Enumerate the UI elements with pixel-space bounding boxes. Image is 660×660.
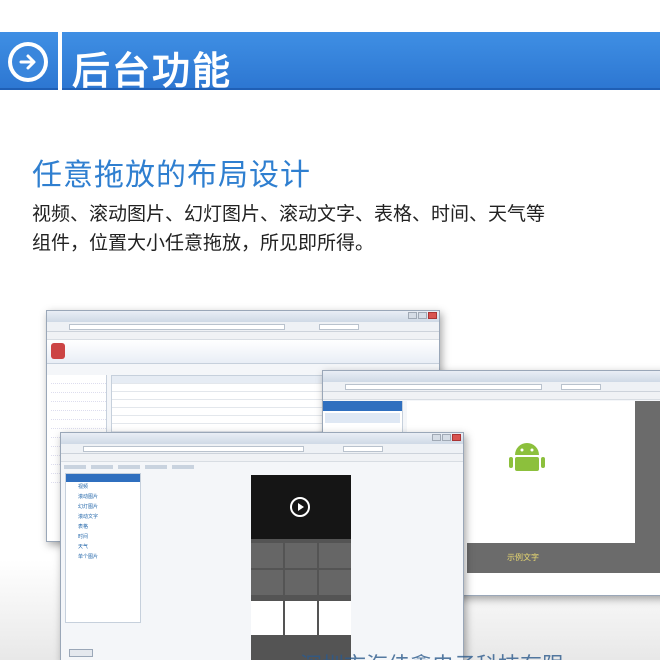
- app-logo-icon: [51, 343, 65, 359]
- watermark: 深圳市海佳鑫电子科技有限: [300, 648, 564, 660]
- widget-item: 滚动图片: [78, 494, 99, 500]
- jade-image: [285, 601, 317, 635]
- banner-divider: [58, 32, 62, 90]
- description-line-1: 视频、滚动图片、幻灯图片、滚动文字、表格、时间、天气等: [32, 203, 546, 225]
- gold-image: [319, 601, 351, 635]
- video-widget: [251, 475, 351, 539]
- sample-text-label: 示例文字: [507, 553, 539, 562]
- widget-item: 幻灯图片: [78, 504, 99, 510]
- screenshot-collage: 示例文字 视频 滚动图片 幻灯图片 滚动文字 表格 时间 天气 单个图片: [0, 290, 660, 660]
- ring-image: [251, 601, 283, 635]
- description-line-2: 组件，位置大小任意拖放，所见即所得。: [32, 232, 375, 254]
- section-heading: 任意拖放的布局设计: [32, 158, 311, 193]
- section-banner: 后台功能: [0, 32, 660, 93]
- table-widget: [251, 543, 351, 595]
- widget-item: 单个图片: [78, 554, 99, 560]
- widget-item: 天气: [78, 544, 89, 550]
- widget-sidebar: 视频 滚动图片 幻灯图片 滚动文字 表格 时间 天气 单个图片: [65, 473, 141, 623]
- widget-item: 视频: [78, 484, 89, 490]
- widget-item: 表格: [78, 524, 89, 530]
- widget-item: 滚动文字: [78, 514, 99, 520]
- save-button: [69, 649, 93, 657]
- preview-panel: [251, 475, 351, 660]
- screenshot-widget-window: 视频 滚动图片 幻灯图片 滚动文字 表格 时间 天气 单个图片: [60, 432, 464, 660]
- play-icon: [290, 497, 310, 517]
- android-icon: [509, 443, 545, 471]
- banner-title: 后台功能: [72, 49, 233, 93]
- section-description: 视频、滚动图片、幻灯图片、滚动文字、表格、时间、天气等 组件，位置大小任意拖放，…: [32, 200, 545, 258]
- image-thumbnails: [251, 601, 351, 635]
- widget-item: 时间: [78, 534, 89, 540]
- circle-arrow-right-icon: [8, 42, 48, 82]
